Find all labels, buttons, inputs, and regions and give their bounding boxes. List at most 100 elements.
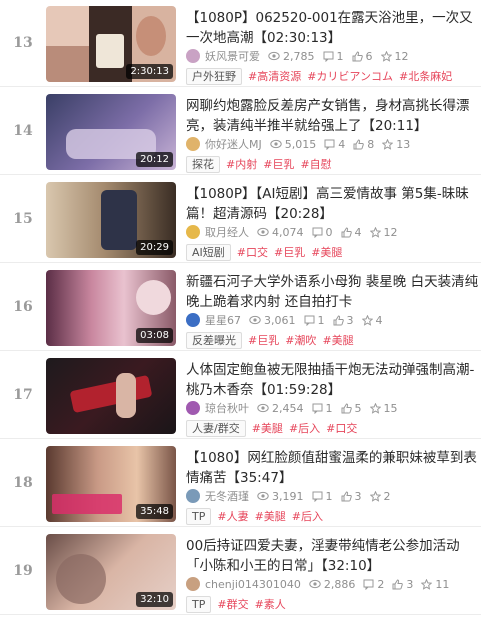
video-thumbnail[interactable] (46, 358, 176, 434)
category-badge[interactable]: AI短剧 (186, 243, 231, 261)
video-thumbnail[interactable]: 03:08 (46, 270, 176, 346)
video-title[interactable]: 00后持证四爱夫妻，淫妻带纯情老公参加活动「小陈和小王的日常」【32:10】 (186, 536, 481, 576)
category-badge[interactable]: 探花 (186, 155, 220, 173)
comment-icon (324, 139, 335, 150)
author-name[interactable]: 琼台秋叶 (205, 400, 249, 416)
likes-stat[interactable]: 3 (333, 314, 354, 327)
star-icon (380, 50, 392, 62)
category-badge[interactable]: TP (186, 507, 212, 525)
video-title[interactable]: 人体固定鲍鱼被无限抽插干炮无法动弹强制高潮-桃乃木香奈【01:59:28】 (186, 360, 481, 400)
thumbs-up-icon (353, 138, 365, 149)
comment-icon (312, 491, 322, 502)
tag-link[interactable]: #巨乳 (274, 244, 305, 260)
favorites-stat[interactable]: 15 (369, 402, 398, 415)
eye-icon (257, 403, 269, 413)
avatar[interactable] (186, 577, 200, 591)
comments-stat: 1 (323, 50, 344, 63)
list-item[interactable]: 19 32:10 00后持证四爱夫妻，淫妻带纯情老公参加活动「小陈和小王的日常」… (0, 528, 481, 615)
tag-link[interactable]: #美腿 (322, 332, 353, 348)
comment-icon (312, 403, 322, 414)
duration-badge: 32:10 (136, 592, 173, 607)
tag-link[interactable]: #北条麻妃 (399, 68, 452, 84)
video-thumbnail[interactable]: 32:10 (46, 534, 176, 610)
avatar[interactable] (186, 401, 200, 415)
thumb-panel (96, 34, 124, 68)
list-item[interactable]: 13 2:30:13 【1080P】062520-001在露天浴池里，一次又一次… (0, 0, 481, 87)
list-item[interactable]: 16 03:08 新疆石河子大学外语系小母狗 裴星晚 白天装清纯晚上跪着求内射 … (0, 264, 481, 351)
favorites-stat[interactable]: 4 (361, 314, 383, 327)
thumb-panel (116, 373, 136, 418)
favorites-stat[interactable]: 11 (421, 578, 449, 591)
author-name[interactable]: chenji014301040 (205, 578, 301, 591)
category-badge[interactable]: TP (186, 595, 212, 613)
video-title[interactable]: 网聊约炮露脸反差房产女销售，身材高挑长得漂亮，装清纯半推半就给强上了【20:11… (186, 96, 481, 136)
author-name[interactable]: 你好迷人MJ (205, 136, 262, 152)
eye-icon (249, 315, 261, 325)
video-ranking-list: 13 2:30:13 【1080P】062520-001在露天浴池里，一次又一次… (0, 0, 481, 617)
list-item[interactable]: 17 人体固定鲍鱼被无限抽插干炮无法动弹强制高潮-桃乃木香奈【01:59:28】… (0, 352, 481, 439)
likes-stat[interactable]: 3 (392, 578, 413, 591)
author-name[interactable]: 取月经人 (205, 224, 249, 240)
tag-link[interactable]: #カリビアンコム (307, 68, 393, 84)
tag-link[interactable]: #人妻 (217, 508, 248, 524)
list-item[interactable]: 15 20:29 【1080P】【AI短剧】高三爱情故事 第5集-昧昧篇！超清源… (0, 176, 481, 263)
tag-row: AI短剧 #口交 #巨乳 #美腿 (186, 243, 348, 261)
tag-link[interactable]: #高清资源 (248, 68, 301, 84)
star-icon (361, 314, 373, 326)
author-name[interactable]: 无冬酒瑾 (205, 488, 249, 504)
favorites-stat[interactable]: 13 (382, 138, 410, 151)
tag-link[interactable]: #内射 (226, 156, 257, 172)
tag-link[interactable]: #口交 (326, 420, 357, 436)
likes-stat[interactable]: 4 (341, 226, 362, 239)
tag-link[interactable]: #美腿 (311, 244, 342, 260)
tag-link[interactable]: #后入 (292, 508, 323, 524)
likes-stat[interactable]: 3 (341, 490, 362, 503)
eye-icon (309, 579, 321, 589)
author-name[interactable]: 妖风景可爱 (205, 48, 260, 64)
avatar[interactable] (186, 225, 200, 239)
video-meta: 你好迷人MJ 5,015 4 8 13 (186, 136, 418, 152)
tag-link[interactable]: #美腿 (252, 420, 283, 436)
avatar[interactable] (186, 313, 200, 327)
tag-link[interactable]: #巨乳 (248, 332, 279, 348)
likes-stat[interactable]: 8 (353, 138, 374, 151)
tag-link[interactable]: #美腿 (255, 508, 286, 524)
video-meta: 取月经人 4,074 0 4 12 (186, 224, 406, 240)
video-title[interactable]: 【1080P】062520-001在露天浴池里，一次又一次地高潮【02:30:1… (186, 8, 481, 48)
favorites-stat[interactable]: 12 (380, 50, 409, 63)
tag-link[interactable]: #巨乳 (263, 156, 294, 172)
video-title[interactable]: 【1080】网红脸颜值甜蜜温柔的兼职妹被草到表情痛苦【35:47】 (186, 448, 481, 488)
comment-icon (312, 227, 322, 238)
video-thumbnail[interactable]: 20:29 (46, 182, 176, 258)
video-title[interactable]: 【1080P】【AI短剧】高三爱情故事 第5集-昧昧篇！超清源码【20:28】 (186, 184, 481, 224)
avatar[interactable] (186, 137, 200, 151)
comments-stat: 1 (304, 314, 325, 327)
favorites-stat[interactable]: 2 (369, 490, 391, 503)
duration-badge: 03:08 (136, 328, 173, 343)
video-thumbnail[interactable]: 35:48 (46, 446, 176, 522)
list-item[interactable]: 18 35:48 【1080】网红脸颜值甜蜜温柔的兼职妹被草到表情痛苦【35:4… (0, 440, 481, 527)
tag-link[interactable]: #素人 (255, 596, 286, 612)
tag-link[interactable]: #潮吹 (285, 332, 316, 348)
category-badge[interactable]: 反差曝光 (186, 331, 242, 349)
star-icon (369, 226, 381, 238)
thumb-panel (69, 374, 153, 414)
author-name[interactable]: 星星67 (205, 312, 241, 328)
avatar[interactable] (186, 489, 200, 503)
tag-link[interactable]: #口交 (237, 244, 268, 260)
thumbs-up-icon (341, 490, 352, 501)
likes-stat[interactable]: 5 (341, 402, 362, 415)
video-thumbnail[interactable]: 2:30:13 (46, 6, 176, 82)
category-badge[interactable]: 人妻/群交 (186, 419, 246, 437)
category-badge[interactable]: 户外狂野 (186, 67, 242, 85)
list-item[interactable]: 14 20:12 网聊约炮露脸反差房产女销售，身材高挑长得漂亮，装清纯半推半就给… (0, 88, 481, 175)
eye-icon (270, 139, 282, 149)
likes-stat[interactable]: 6 (352, 50, 373, 63)
tag-link[interactable]: #后入 (289, 420, 320, 436)
video-thumbnail[interactable]: 20:12 (46, 94, 176, 170)
tag-link[interactable]: #自慰 (300, 156, 331, 172)
video-title[interactable]: 新疆石河子大学外语系小母狗 裴星晚 白天装清纯晚上跪着求内射 还自拍打卡 (186, 272, 481, 312)
favorites-stat[interactable]: 12 (369, 226, 398, 239)
avatar[interactable] (186, 49, 200, 63)
tag-link[interactable]: #群交 (217, 596, 248, 612)
